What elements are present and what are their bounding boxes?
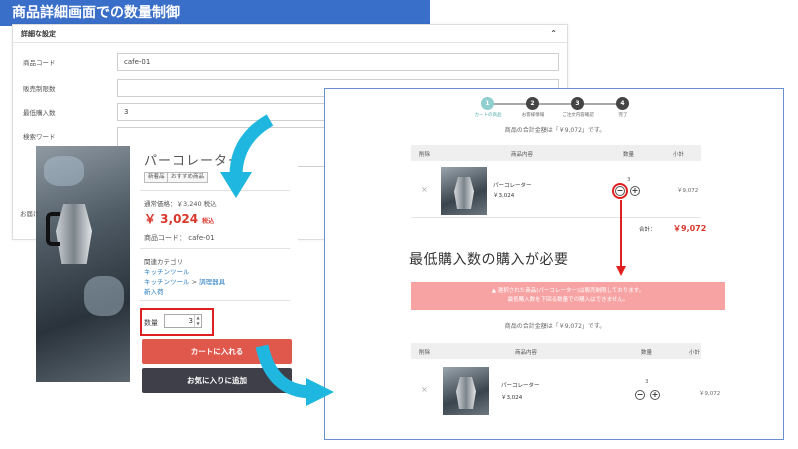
category-separator: > (191, 278, 198, 286)
field-label: 商品コード (23, 59, 56, 67)
tag-recommended: おすすめ商品 (167, 172, 209, 183)
price-value: ￥ 3,024 (144, 212, 199, 226)
cart-item-name: パーコレーター (493, 183, 532, 189)
checkout-steps: 1 2 3 4 カートの商品 お客様情報 ご注文内容確認 完了 (475, 93, 655, 123)
partial-field-label: お届け (20, 210, 40, 218)
table-header: 削除 商品内容 数量 小計 (411, 145, 701, 161)
col-delete: 削除 (419, 152, 431, 158)
field-row-product-code: 商品コード cafe-01 (13, 53, 569, 71)
regular-price: 通常価格：￥3,240 税込 (144, 200, 217, 208)
alert-line-1: ▲ 選択された商品(パーコレーター)は販売制限しております。 (491, 288, 645, 294)
col-subtotal: 小計 (689, 350, 701, 356)
step-label: 完了 (618, 113, 628, 118)
product-image (36, 146, 130, 382)
col-subtotal: 小計 (673, 152, 685, 158)
category-link[interactable]: 調理器具 (199, 278, 225, 286)
quantity-spinner[interactable]: ▲ ▼ (194, 315, 201, 327)
col-qty: 数量 (641, 350, 653, 356)
delete-icon[interactable]: × (421, 385, 428, 394)
tag-new: 新着品 (144, 172, 169, 183)
category-title: 関連カテゴリ (144, 258, 183, 266)
field-label: 検索ワード (23, 133, 56, 141)
product-code-input[interactable]: cafe-01 (117, 53, 559, 71)
section-title: 詳細な設定 (21, 30, 56, 38)
min-purchase-note: 最低購入数の購入が必要 (409, 252, 569, 268)
col-qty: 数量 (623, 152, 635, 158)
cart-item-qty: 3 (627, 177, 631, 183)
increase-button[interactable]: + (650, 390, 660, 400)
field-label: 販売制限数 (23, 85, 56, 93)
percolator-shape (56, 204, 92, 264)
col-delete: 削除 (419, 350, 431, 356)
step-3: 3 (571, 97, 584, 110)
col-item: 商品内容 (515, 350, 538, 356)
quantity-label: 数量 (144, 319, 158, 327)
total-value: ￥9,072 (673, 224, 707, 233)
tax-label: 税込 (202, 218, 215, 225)
chevron-up-icon[interactable]: ⌃ (550, 25, 557, 43)
cart-item-subtotal: ￥9,072 (699, 391, 721, 397)
step-label: ご注文内容確認 (562, 113, 594, 118)
product-code: 商品コード： cafe-01 (144, 234, 215, 242)
total-label: 合計： (639, 227, 656, 233)
cart-item-subtotal: ￥9,072 (677, 188, 699, 194)
category-link[interactable]: キッチンツール (144, 266, 190, 276)
table-header: 削除 商品内容 数量 小計 (411, 343, 701, 359)
product-name: パーコレーター (144, 154, 243, 169)
product-detail-page: パーコレーター 新着品 おすすめ商品 通常価格：￥3,240 税込 ￥ 3,02… (36, 146, 298, 396)
sale-price: ￥ 3,024 税込 (144, 210, 214, 227)
cart-item-name: パーコレーター (501, 383, 540, 389)
step-4: 4 (616, 97, 629, 110)
cart-item-qty: 3 (645, 379, 649, 385)
cart-item-price: ￥3,024 (501, 395, 523, 401)
add-to-favorites-button[interactable]: お気に入りに追加 (142, 368, 292, 393)
cart-summary-message: 商品の合計金額は「￥9,072」です。 (504, 127, 606, 134)
increase-button[interactable]: + (630, 186, 640, 196)
field-label: 最低購入数 (23, 109, 56, 117)
step-label: カートの商品 (474, 113, 502, 118)
col-item: 商品内容 (511, 152, 534, 158)
section-header[interactable]: 詳細な設定 ⌃ (13, 25, 567, 43)
cart-item-price: ￥3,024 (493, 193, 515, 199)
percolator-handle (46, 212, 60, 246)
cart-page: 1 2 3 4 カートの商品 お客様情報 ご注文内容確認 完了 商品の合計金額は… (324, 88, 784, 440)
cart-item-image (443, 367, 489, 415)
cart-summary-message: 商品の合計金額は「￥9,072」です。 (504, 323, 606, 330)
banner-title: 商品詳細画面での数量制御 (0, 0, 430, 26)
category-link[interactable]: キッチンツール (144, 278, 190, 286)
cart-item-image (441, 167, 487, 215)
decrease-button[interactable]: − (635, 390, 645, 400)
alert-line-2: 最低購入数を下回る数量での購入はできません。 (507, 297, 629, 303)
add-to-cart-button[interactable]: カートに入れる (142, 339, 292, 364)
decrease-button[interactable]: − (615, 186, 625, 196)
delete-icon[interactable]: × (421, 185, 428, 194)
step-label: お客様情報 (521, 113, 545, 118)
category-link[interactable]: 新入荷 (144, 286, 164, 296)
step-1: 1 (481, 97, 494, 110)
step-2: 2 (526, 97, 539, 110)
error-alert: ▲ 選択された商品(パーコレーター)は販売制限しております。 最低購入数を下回る… (411, 282, 725, 310)
step-line (487, 103, 622, 105)
category-path: キッチンツール > 調理器具 (144, 276, 225, 286)
